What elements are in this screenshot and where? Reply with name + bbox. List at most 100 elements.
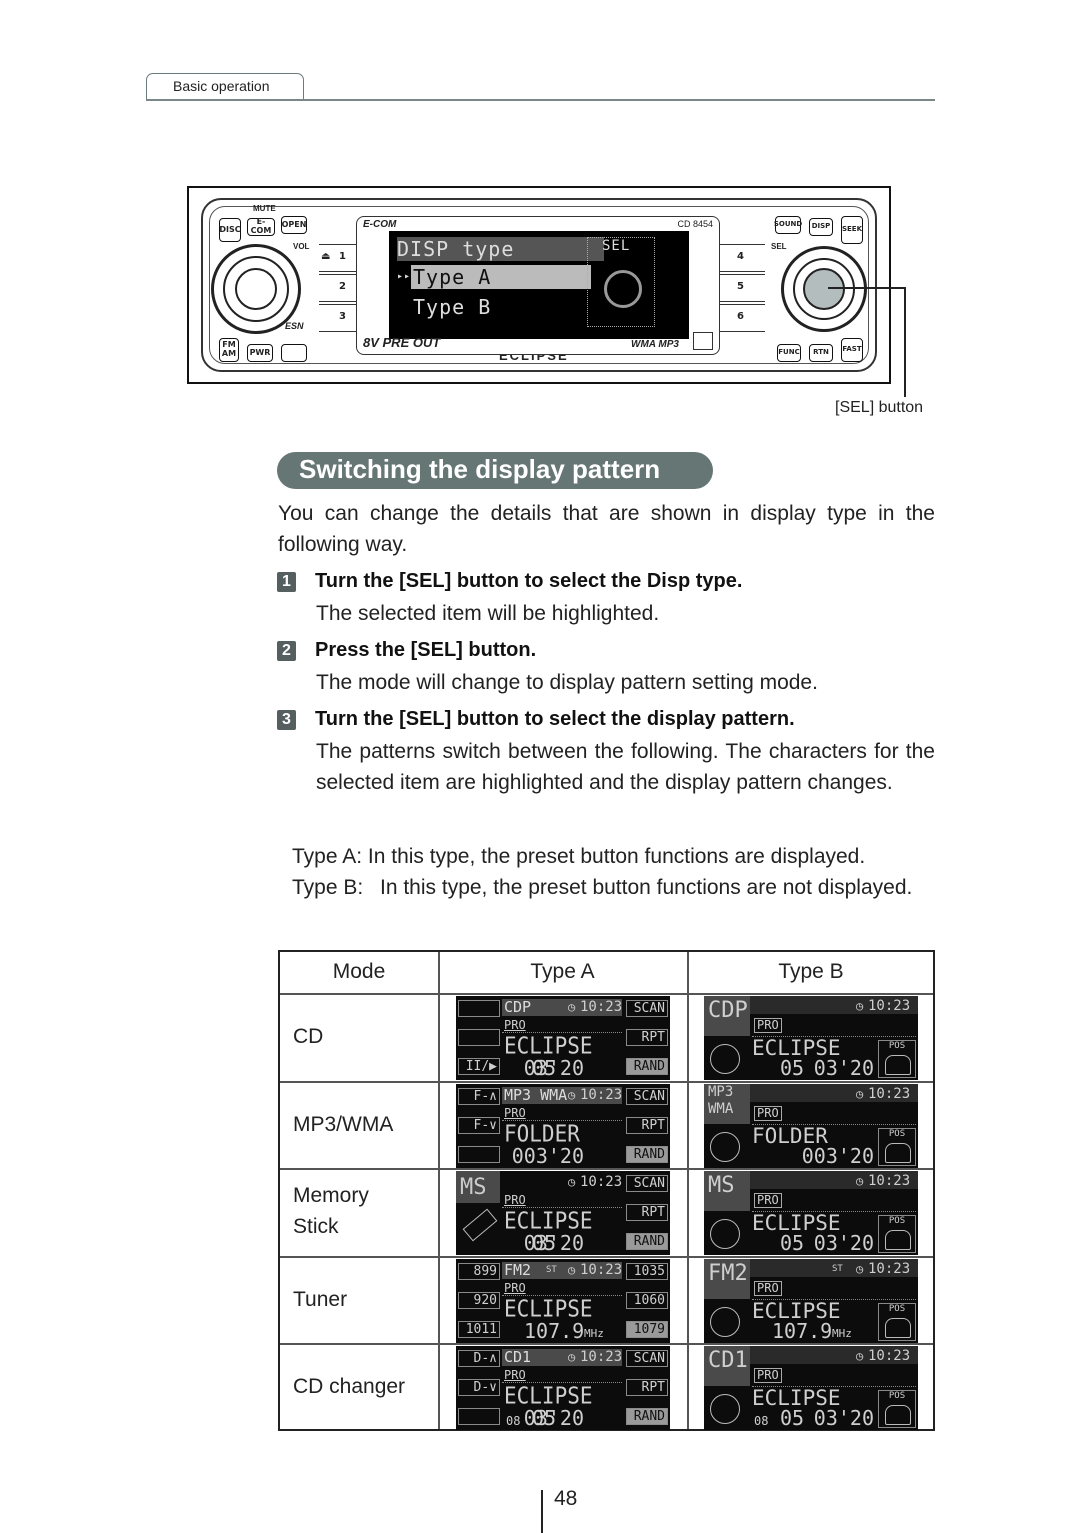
preout-logo: 8V PRE OUT — [363, 335, 441, 350]
left-preset-box: D-∨ — [458, 1379, 500, 1396]
disc-button: DISC — [219, 218, 241, 242]
source-type-icon — [710, 1132, 740, 1162]
frequency: 107.9 — [772, 1319, 833, 1343]
source-type-icon — [710, 1394, 740, 1424]
tag-label: PRO — [754, 1018, 782, 1033]
pos-label: POS — [888, 1129, 906, 1139]
display-pattern-table: Mode Type A Type B CD II/▶ CDP ◷ 10:23 SCAN RP… — [278, 950, 935, 1431]
car-seat-icon — [885, 1405, 911, 1425]
right-function-box: 1035 — [626, 1263, 668, 1280]
left-preset-box: 1011 — [458, 1321, 500, 1338]
track-number: 05 — [780, 1056, 805, 1080]
step-number: 1 — [277, 572, 296, 592]
tag-label: PRO — [504, 1018, 526, 1032]
left-preset-box: 920 — [458, 1292, 500, 1309]
left-preset-box — [458, 1408, 500, 1425]
header-rule — [146, 99, 935, 101]
right-function-box: RPT — [626, 1029, 668, 1046]
mode-label: CD — [293, 1024, 324, 1048]
page-number: 48 — [554, 1487, 578, 1510]
type-b-description: Type B: In this type, the preset button f… — [292, 872, 935, 903]
step-body: The mode will change to display pattern … — [316, 671, 818, 694]
source-label: CDP — [504, 998, 532, 1016]
source-label: MP3 WMA — [504, 1086, 568, 1104]
preset-6: ◀6 — [709, 304, 765, 332]
right-function-box: RPT — [626, 1117, 668, 1134]
display-preview-type-a: MS ◷ 10:23 SCAN RPT RAND PRO ECLIPSE 05 03'20 — [456, 1171, 670, 1255]
section-tab: Basic operation — [146, 73, 304, 100]
sel-button — [803, 268, 845, 310]
step-title: Turn the [SEL] button to select the Disp… — [315, 570, 743, 592]
pos-indicator: POS — [878, 1128, 916, 1166]
type-label: Type B: — [292, 876, 364, 899]
disc-number: 08 — [506, 1414, 521, 1428]
mode-label: CD changer — [293, 1374, 406, 1398]
clock-icon: ◷ — [856, 1262, 864, 1276]
pos-label: POS — [888, 1304, 906, 1314]
clock-icon: ◷ — [568, 1175, 576, 1189]
sel-button-callout: [SEL] button — [835, 399, 924, 416]
clock: 10:23 — [580, 1349, 623, 1365]
knob-graphic-icon — [604, 270, 642, 308]
lcd-screen: DISP type ▸▸ Type A Type B SEL — [389, 231, 689, 339]
left-preset-box: II/▶ — [458, 1058, 500, 1075]
open-button: OPEN — [281, 216, 307, 234]
page-number-rule — [541, 1490, 543, 1533]
right-function-box: 1079 — [626, 1321, 668, 1338]
right-function-box: 1060 — [626, 1292, 668, 1309]
source-label: MS — [708, 1173, 735, 1198]
display-preview-type-b: CD1 ◷ 10:23 PRO ECLIPSE POS 08 05 03'20 — [704, 1346, 918, 1430]
display-preview-type-b: CDP ◷ 10:23 PRO ECLIPSE POS 05 03'20 — [704, 996, 918, 1080]
elapsed-time: 03'20 — [523, 1406, 584, 1430]
frequency-unit: MHz — [832, 1327, 852, 1340]
volume-knob — [235, 268, 277, 310]
pos-label: POS — [888, 1391, 906, 1401]
clock-icon: ◷ — [568, 1000, 576, 1014]
clock: 10:23 — [868, 1086, 911, 1102]
vol-label: VOL — [293, 242, 310, 251]
rtn-button: RTN — [809, 344, 833, 362]
type-label: Type A: — [292, 845, 363, 868]
source-label: FM2 — [708, 1261, 748, 1286]
clock-icon: ◷ — [856, 1174, 864, 1188]
pos-indicator: POS — [878, 1303, 916, 1341]
tag-label: PRO — [754, 1281, 782, 1296]
right-function-box: SCAN — [626, 1350, 668, 1367]
fast-button: FAST — [841, 338, 863, 362]
sel-graphic: SEL — [587, 237, 655, 327]
tag-label: PRO — [504, 1281, 526, 1295]
left-preset-box: F-∨ — [458, 1117, 500, 1134]
type-desc: In this type, the preset button function… — [380, 876, 913, 899]
clock: 10:23 — [868, 998, 911, 1014]
left-preset-box: F-∧ — [458, 1088, 500, 1105]
elapsed-time: 03'20 — [523, 1231, 584, 1255]
header-type-a: Type A — [530, 960, 595, 983]
source-label: CD1 — [504, 1348, 532, 1366]
clock: 10:23 — [580, 1174, 623, 1190]
mute-label: MUTE — [253, 204, 276, 213]
step-body: The selected item will be highlighted. — [316, 602, 660, 625]
stereo-indicator: ST — [546, 1265, 557, 1275]
source-label: FM2 — [504, 1261, 532, 1279]
right-function-box: SCAN — [626, 1000, 668, 1017]
elapsed-time: 03'20 — [813, 1056, 874, 1080]
track-number: 05 — [780, 1406, 805, 1430]
display-preview-type-a: D-∧ D-∨ CD1 ◷ 10:23 SCAN RPT RAND PRO ECLIPSE 08 05… — [456, 1346, 670, 1430]
clock-icon: ◷ — [856, 1349, 864, 1363]
elapsed-time: 03'20 — [813, 1406, 874, 1430]
header-type-b: Type B — [778, 960, 844, 983]
car-seat-icon — [885, 1318, 911, 1338]
eject-icon: ⏏ — [321, 251, 331, 262]
tag-label: PRO — [504, 1368, 526, 1382]
car-seat-icon — [885, 1143, 911, 1163]
left-preset-box — [458, 1000, 500, 1017]
tag-label: PRO — [504, 1193, 526, 1207]
right-function-box: RAND — [626, 1146, 668, 1163]
right-function-box: RPT — [626, 1379, 668, 1396]
clock-icon: ◷ — [568, 1350, 576, 1364]
mode-label: Tuner — [293, 1287, 348, 1311]
func-button: FUNC — [777, 344, 801, 362]
display-preview-type-b: FM2 ST ◷ 10:23 PRO ECLIPSE POS 107.9 MHz — [704, 1259, 918, 1343]
lcd-line-type-a: Type A — [411, 265, 592, 289]
tag-label: PRO — [754, 1193, 782, 1208]
